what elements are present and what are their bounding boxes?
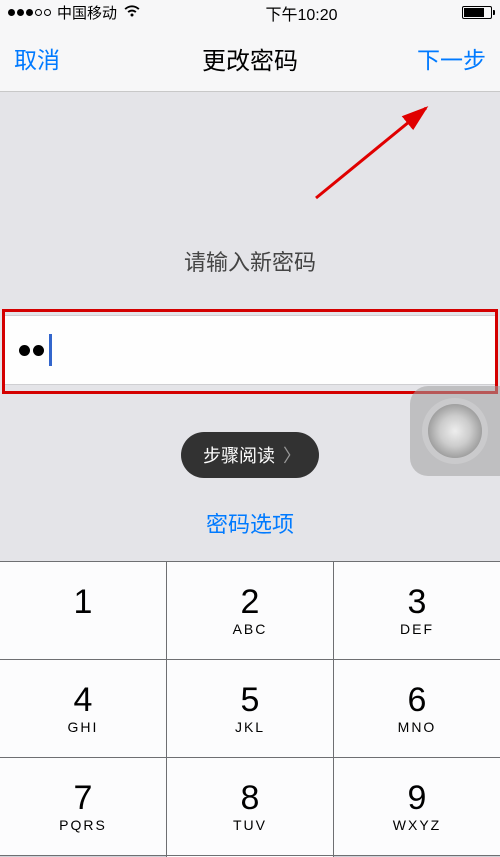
chevron-right-icon: 〉: [283, 442, 301, 468]
assistive-touch-button[interactable]: [410, 386, 500, 476]
status-bar: 中国移动 下午10:20: [0, 0, 500, 25]
step-reading-badge[interactable]: 步骤阅读 〉: [181, 432, 319, 478]
password-field-highlight: [2, 309, 498, 394]
content-area: 请输入新密码 步骤阅读 〉 密码选项: [0, 92, 500, 562]
prompt-label: 请输入新密码: [0, 92, 500, 277]
key-9[interactable]: 9WXYZ: [334, 758, 500, 856]
password-options-link[interactable]: 密码选项: [0, 507, 500, 539]
password-input[interactable]: [5, 315, 495, 385]
key-7[interactable]: 7PQRS: [0, 758, 167, 856]
key-8[interactable]: 8TUV: [167, 758, 334, 856]
password-mask-dot: [19, 345, 30, 356]
text-caret-icon: [49, 334, 52, 366]
status-time: 下午10:20: [141, 1, 462, 25]
wifi-icon: [123, 4, 141, 22]
password-mask-dot: [33, 345, 44, 356]
signal-strength-icon: [8, 9, 51, 16]
key-2[interactable]: 2ABC: [167, 562, 334, 660]
assistive-touch-icon: [428, 404, 482, 458]
cancel-button[interactable]: 取消: [14, 41, 60, 75]
key-6[interactable]: 6MNO: [334, 660, 500, 758]
battery-icon: [462, 6, 492, 19]
key-3[interactable]: 3DEF: [334, 562, 500, 660]
next-button[interactable]: 下一步: [417, 41, 486, 75]
numeric-keypad: 1 2ABC 3DEF 4GHI 5JKL 6MNO 7PQRS 8TUV 9W…: [0, 561, 500, 857]
page-title: 更改密码: [202, 41, 298, 76]
key-5[interactable]: 5JKL: [167, 660, 334, 758]
key-4[interactable]: 4GHI: [0, 660, 167, 758]
nav-bar: 取消 更改密码 下一步: [0, 25, 500, 92]
step-reading-label: 步骤阅读: [203, 442, 275, 468]
carrier-label: 中国移动: [57, 2, 117, 23]
key-1[interactable]: 1: [0, 562, 167, 660]
